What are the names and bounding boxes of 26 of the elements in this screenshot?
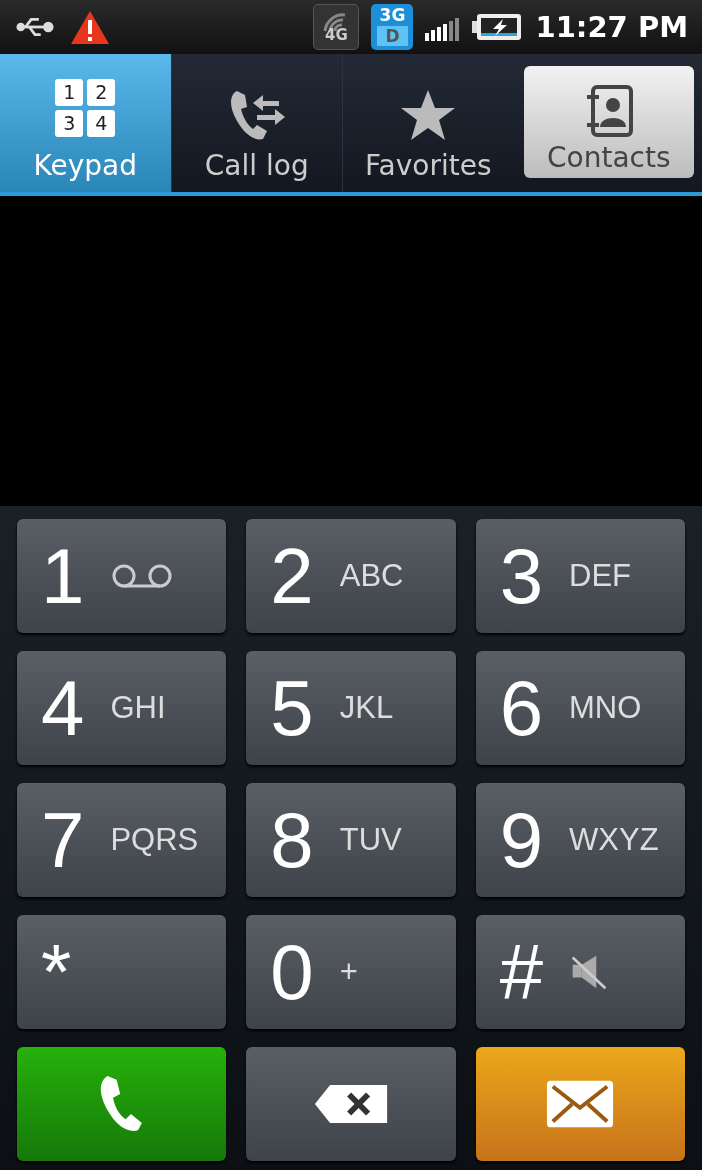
dial-key[interactable]: 7 PQRS [17, 783, 227, 897]
dial-key[interactable]: 1 [17, 519, 227, 633]
usb-icon [16, 15, 54, 39]
tab[interactable]: 1 2 3 4 Keypad [0, 54, 171, 192]
message-button[interactable] [475, 1047, 685, 1161]
clock: 11:27 PM [535, 10, 688, 44]
dial-key[interactable]: 3 DEF [475, 519, 685, 633]
dial-key[interactable]: 2 ABC [246, 519, 456, 633]
battery-icon [471, 12, 524, 42]
dial-key[interactable]: 0 + [246, 915, 456, 1029]
dial-key[interactable]: 9 WXYZ [475, 783, 685, 897]
tab[interactable]: Contacts [523, 66, 694, 178]
delete-button[interactable] [246, 1047, 456, 1161]
envelope-icon [545, 1078, 616, 1130]
network-label: 3G [379, 4, 406, 26]
dial-key[interactable]: 4 GHI [17, 651, 227, 765]
backspace-icon [313, 1083, 389, 1125]
dial-key[interactable]: * [17, 915, 227, 1029]
warning-icon [70, 9, 110, 45]
dial-key[interactable]: 6 MNO [475, 651, 685, 765]
call-button[interactable] [17, 1047, 227, 1161]
network-label: D [377, 26, 408, 46]
network-label: 4G [325, 27, 348, 43]
dial-key[interactable]: 8 TUV [246, 783, 456, 897]
dial-key[interactable]: # [475, 915, 685, 1029]
dial-key[interactable]: 5 JKL [246, 651, 456, 765]
